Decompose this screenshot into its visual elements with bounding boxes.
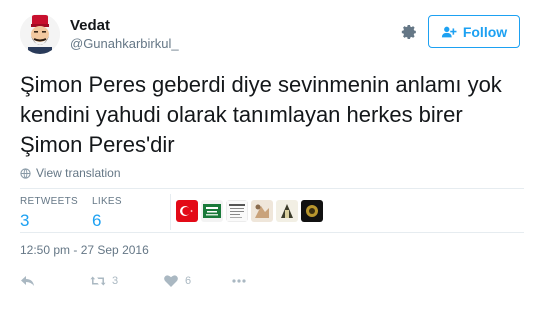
liker-avatar[interactable] — [226, 200, 248, 222]
likes-label: LIKES — [92, 196, 122, 207]
globe-icon — [20, 167, 31, 179]
stats-separator — [170, 194, 171, 230]
retweet-icon — [90, 276, 106, 286]
retweet-count: 3 — [112, 275, 119, 287]
divider — [20, 188, 524, 189]
liker-avatar[interactable] — [301, 200, 323, 222]
display-name[interactable]: Vedat — [70, 17, 110, 34]
tweet-text: Şimon Peres geberdi diye sevinmenin anla… — [20, 72, 502, 157]
add-user-icon — [441, 26, 457, 37]
avatar[interactable] — [20, 14, 60, 54]
more-dots-icon — [232, 279, 246, 283]
likes-stat[interactable]: LIKES 6 — [92, 196, 122, 231]
heart-icon — [164, 275, 178, 287]
liker-avatar[interactable] — [251, 200, 273, 222]
action-bar: 3 6 — [20, 272, 247, 290]
retweets-label: RETWEETS — [20, 196, 78, 207]
like-count: 6 — [185, 275, 192, 287]
more-button[interactable] — [231, 273, 247, 289]
gear-icon[interactable] — [398, 22, 418, 42]
reply-button[interactable] — [20, 273, 90, 289]
reply-icon — [21, 276, 34, 286]
user-handle[interactable]: @Gunahkarbirkul_ — [70, 36, 179, 51]
likers-avatars — [176, 200, 323, 222]
retweets-stat[interactable]: RETWEETS 3 — [20, 196, 78, 231]
likes-count: 6 — [92, 211, 102, 230]
retweets-count: 3 — [20, 211, 30, 230]
divider — [20, 232, 524, 233]
view-translation-label: View translation — [36, 166, 121, 180]
like-button[interactable]: 6 — [163, 273, 231, 289]
view-translation-link[interactable]: View translation — [20, 166, 121, 180]
follow-button-label: Follow — [462, 23, 508, 40]
liker-avatar[interactable] — [276, 200, 298, 222]
liker-avatar[interactable] — [201, 200, 223, 222]
follow-button[interactable]: Follow — [428, 15, 520, 48]
retweet-button[interactable]: 3 — [90, 273, 163, 289]
liker-avatar[interactable] — [176, 200, 198, 222]
tweet-timestamp[interactable]: 12:50 pm - 27 Sep 2016 — [20, 243, 149, 257]
